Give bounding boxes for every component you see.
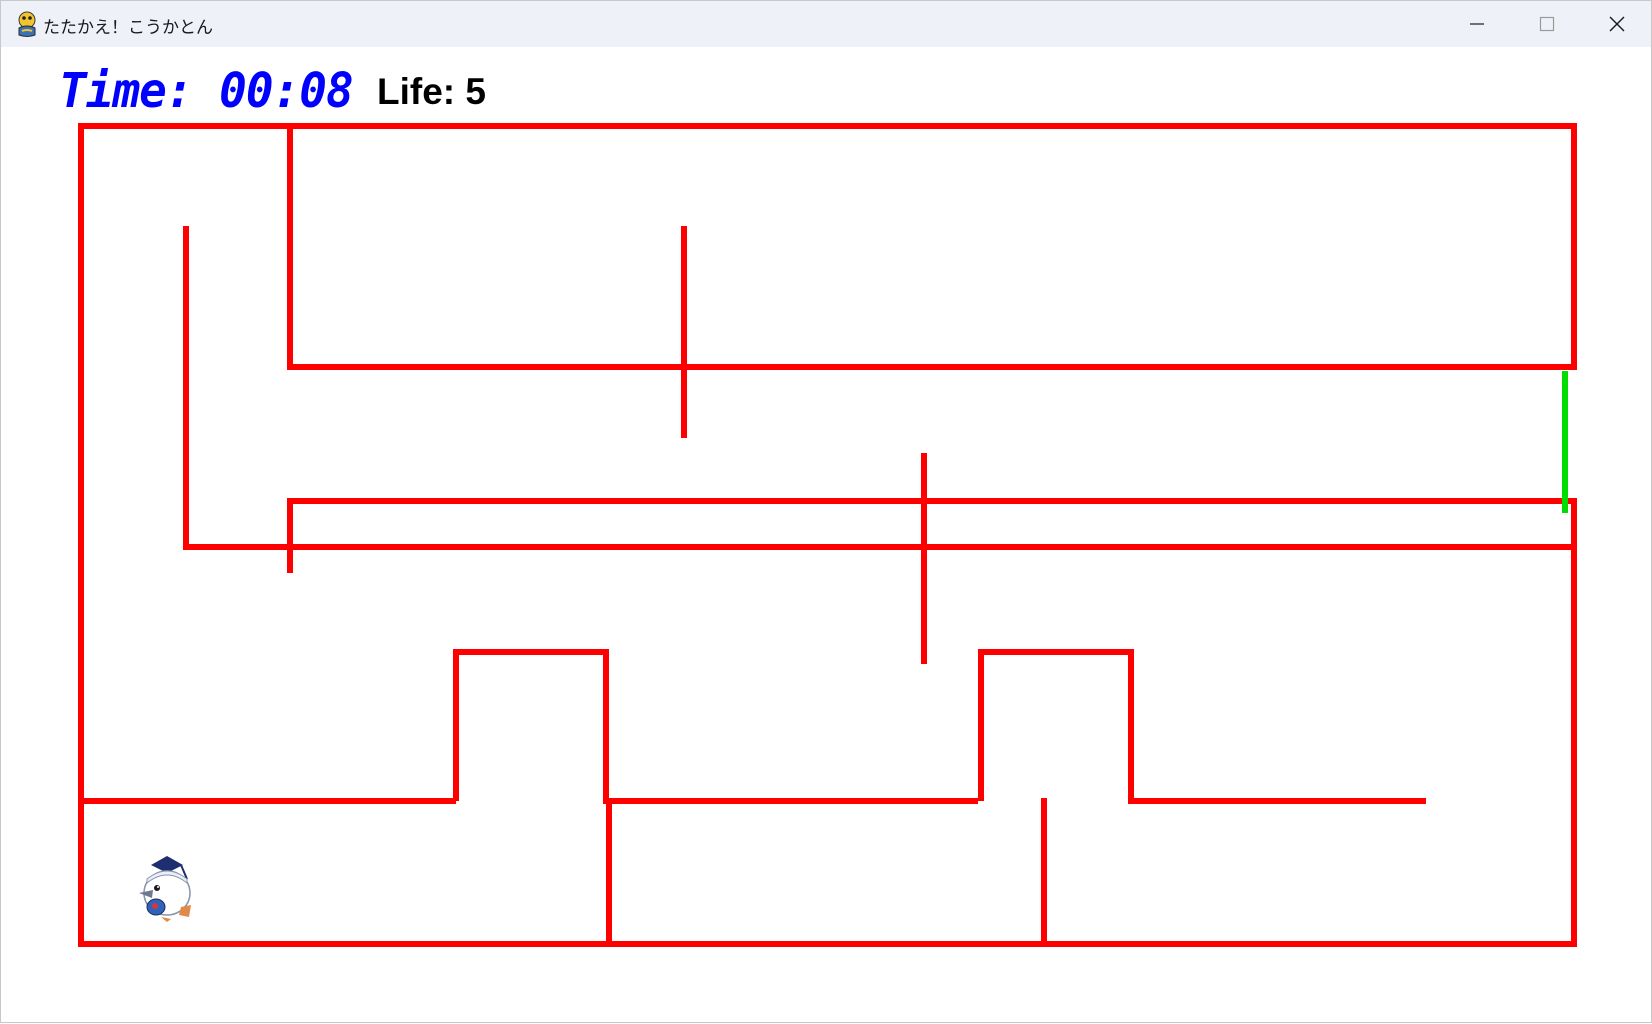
kokaton-bird-icon[interactable]: [131, 853, 203, 923]
maze: [78, 123, 1577, 947]
maze-walls: [78, 123, 1577, 947]
game-window: たたかえ！こうかとん Time: 00:08 Life: 5: [0, 0, 1652, 1023]
